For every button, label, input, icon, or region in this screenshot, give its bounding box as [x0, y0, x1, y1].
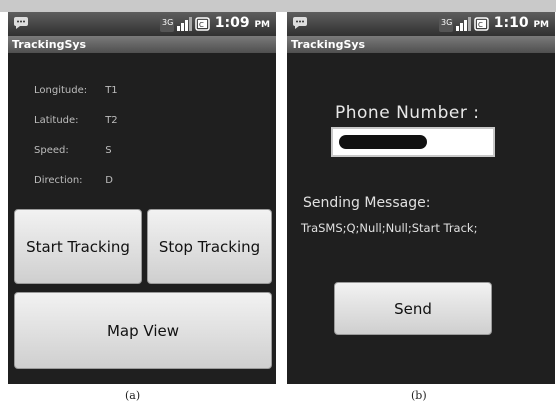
send-button[interactable]: Send — [334, 282, 492, 335]
3g-icon: 3G — [439, 16, 453, 32]
status-time: 1:10 PM — [494, 15, 549, 31]
status-time-value: 1:10 — [493, 15, 529, 31]
svg-text:C: C — [478, 21, 483, 29]
direction-row: Direction: D — [34, 175, 113, 186]
caption-a: (a) — [125, 389, 141, 402]
direction-value: D — [105, 175, 113, 186]
signal-icon — [456, 17, 471, 31]
latitude-row: Latitude: T2 — [34, 115, 118, 126]
sending-message-label: Sending Message: — [303, 195, 431, 211]
signal-icon — [177, 17, 192, 31]
battery-icon: C — [474, 17, 489, 31]
start-tracking-button[interactable]: Start Tracking — [14, 209, 142, 284]
redacted-number — [339, 135, 427, 149]
screen-a: 3G C 1:09 PM TrackingSys Longitude: T1 L… — [8, 12, 276, 384]
svg-text:C: C — [199, 21, 204, 29]
status-time-value: 1:09 — [214, 15, 250, 31]
phone-number-label: Phone Number : — [335, 103, 480, 123]
direction-label: Direction: — [34, 175, 83, 186]
status-time: 1:09 PM — [215, 15, 270, 31]
message-icon — [293, 17, 307, 29]
app-title: TrackingSys — [8, 36, 276, 53]
message-icon — [14, 17, 28, 29]
longitude-label: Longitude: — [34, 85, 88, 96]
latitude-label: Latitude: — [34, 115, 79, 126]
speed-label: Speed: — [34, 145, 69, 156]
svg-text:3G: 3G — [441, 18, 452, 27]
phone-number-input[interactable] — [331, 127, 495, 157]
status-time-ampm: PM — [254, 20, 270, 30]
latitude-value: T2 — [105, 115, 118, 126]
background-strip — [0, 0, 556, 12]
battery-icon: C — [195, 17, 210, 31]
screen-b: 3G C 1:10 PM TrackingSys Phone Number : … — [287, 12, 555, 384]
longitude-row: Longitude: T1 — [34, 85, 118, 96]
status-bar: 3G C 1:10 PM — [287, 12, 555, 36]
longitude-value: T1 — [105, 85, 118, 96]
3g-icon: 3G — [160, 16, 174, 32]
speed-row: Speed: S — [34, 145, 112, 156]
status-bar: 3G C 1:09 PM — [8, 12, 276, 36]
svg-text:3G: 3G — [162, 18, 173, 27]
sending-message-text: TraSMS;Q;Null;Null;Start Track; — [301, 221, 478, 235]
stop-tracking-button[interactable]: Stop Tracking — [147, 209, 272, 284]
speed-value: S — [105, 145, 112, 156]
status-time-ampm: PM — [533, 20, 549, 30]
map-view-button[interactable]: Map View — [14, 292, 272, 369]
app-title: TrackingSys — [287, 36, 555, 53]
caption-b: (b) — [411, 389, 427, 402]
